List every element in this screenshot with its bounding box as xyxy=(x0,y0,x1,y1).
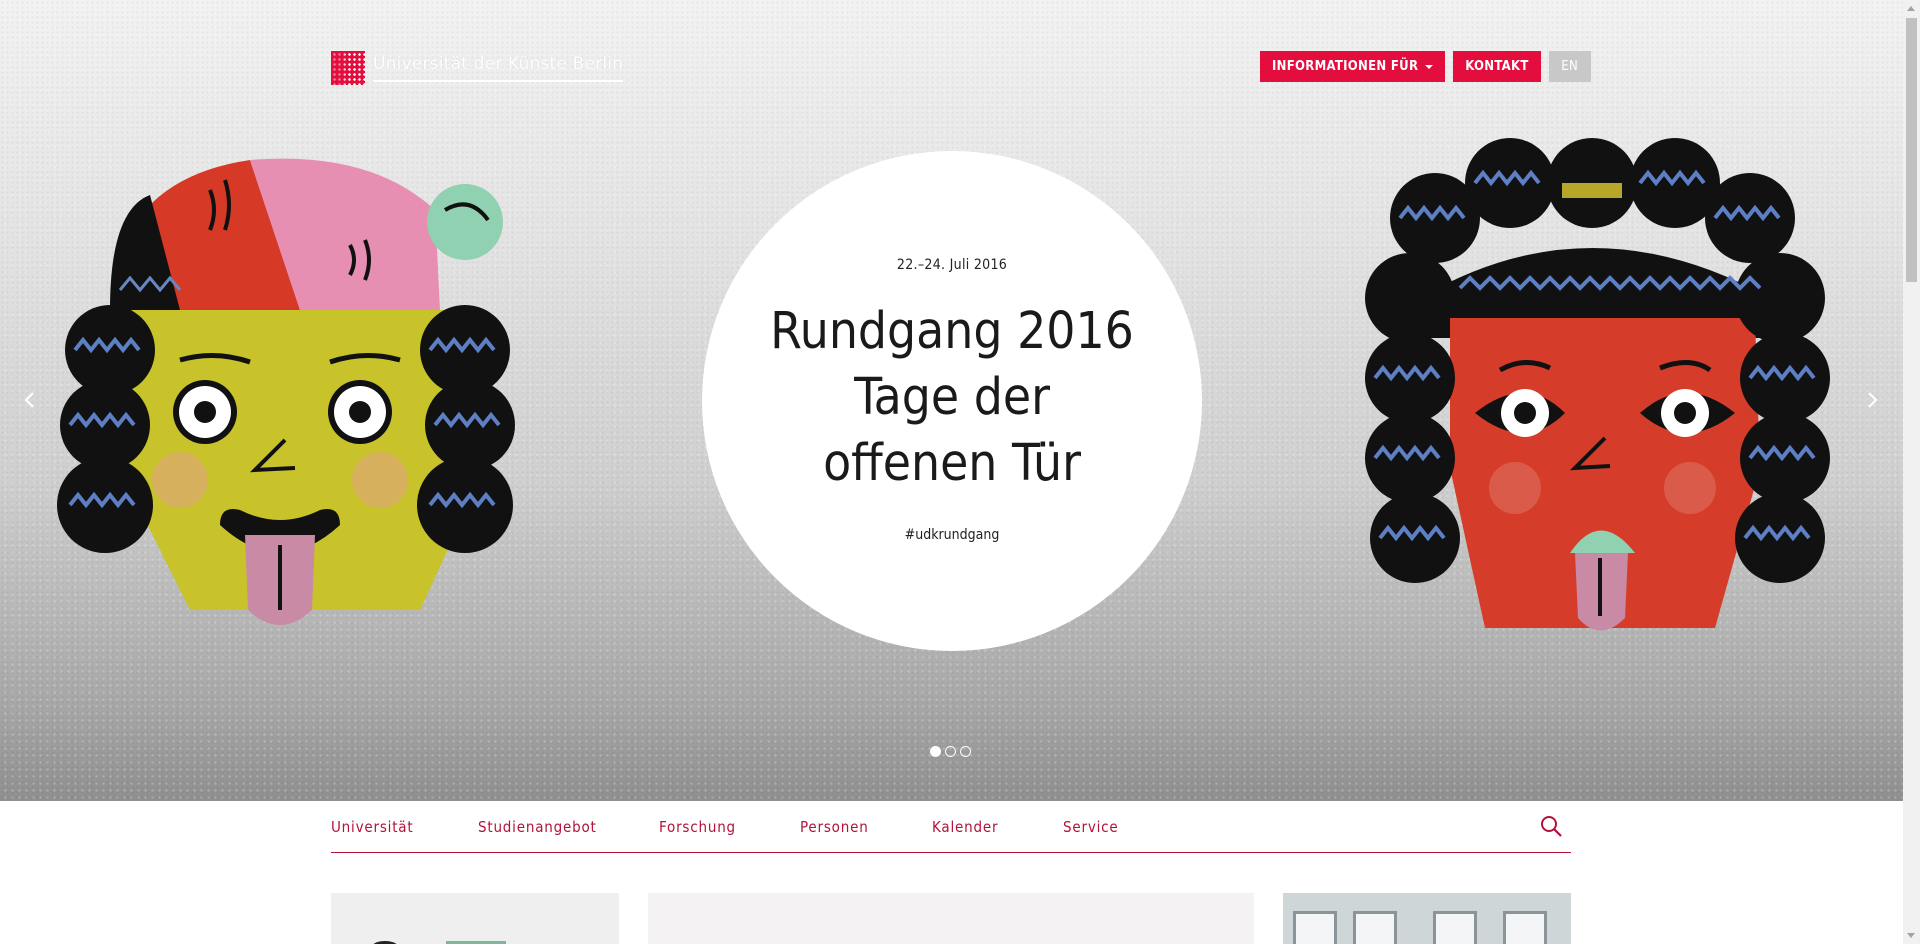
scroll-thumb[interactable] xyxy=(1906,18,1917,282)
contact-button[interactable]: KONTAKT xyxy=(1453,51,1541,82)
event-title: Rundgang 2016 Tage der offenen Tür xyxy=(770,302,1134,493)
teaser-image-window xyxy=(1433,911,1477,944)
nav-item-kalender[interactable]: Kalender xyxy=(932,818,998,836)
chevron-right-icon[interactable] xyxy=(1863,387,1883,413)
hero-circle[interactable]: 22.–24. Juli 2016 Rundgang 2016 Tage der… xyxy=(702,151,1202,651)
teaser-image-window xyxy=(1353,911,1397,944)
hero-slider: Universität der Künste Berlin INFORMATIO… xyxy=(0,0,1903,801)
language-button[interactable]: EN xyxy=(1548,51,1591,82)
slider-dot-2[interactable] xyxy=(945,746,956,757)
page-scrollbar[interactable] xyxy=(1903,0,1920,944)
main-navigation: Universität Studienangebot Forschung Per… xyxy=(331,806,1571,853)
nav-item-studienangebot[interactable]: Studienangebot xyxy=(478,818,597,836)
header-buttons: INFORMATIONEN FÜR KONTAKT EN xyxy=(1260,51,1591,82)
scroll-up-icon[interactable] xyxy=(1907,6,1915,11)
teaser-card-3[interactable] xyxy=(1283,893,1571,944)
nav-item-personen[interactable]: Personen xyxy=(800,818,869,836)
teaser-card-1[interactable] xyxy=(331,893,619,944)
illustration-face-left xyxy=(57,158,515,625)
slider-dot-1[interactable] xyxy=(930,746,941,757)
info-for-label: INFORMATIONEN FÜR xyxy=(1272,59,1419,74)
slider-dot-3[interactable] xyxy=(960,746,971,757)
scroll-down-icon[interactable] xyxy=(1907,933,1915,938)
chevron-left-icon[interactable] xyxy=(19,387,39,413)
logo-icon xyxy=(331,51,365,85)
caret-down-icon xyxy=(1425,64,1434,69)
nav-item-universitaet[interactable]: Universität xyxy=(331,818,413,836)
logo-text: Universität der Künste Berlin xyxy=(373,54,624,82)
event-date: 22.–24. Juli 2016 xyxy=(896,257,1008,273)
illustration-face-right xyxy=(1365,138,1830,631)
info-for-button[interactable]: INFORMATIONEN FÜR xyxy=(1260,51,1446,82)
slider-dots xyxy=(930,746,971,757)
teaser-card-2[interactable] xyxy=(648,893,1254,944)
nav-item-service[interactable]: Service xyxy=(1063,818,1118,836)
nav-item-forschung[interactable]: Forschung xyxy=(659,818,736,836)
search-icon[interactable] xyxy=(1539,814,1565,840)
university-logo[interactable]: Universität der Künste Berlin xyxy=(331,50,624,86)
teaser-image-window xyxy=(1503,911,1547,944)
teaser-image-window xyxy=(1293,911,1337,944)
event-hashtag: #udkrundgang xyxy=(904,527,1000,543)
